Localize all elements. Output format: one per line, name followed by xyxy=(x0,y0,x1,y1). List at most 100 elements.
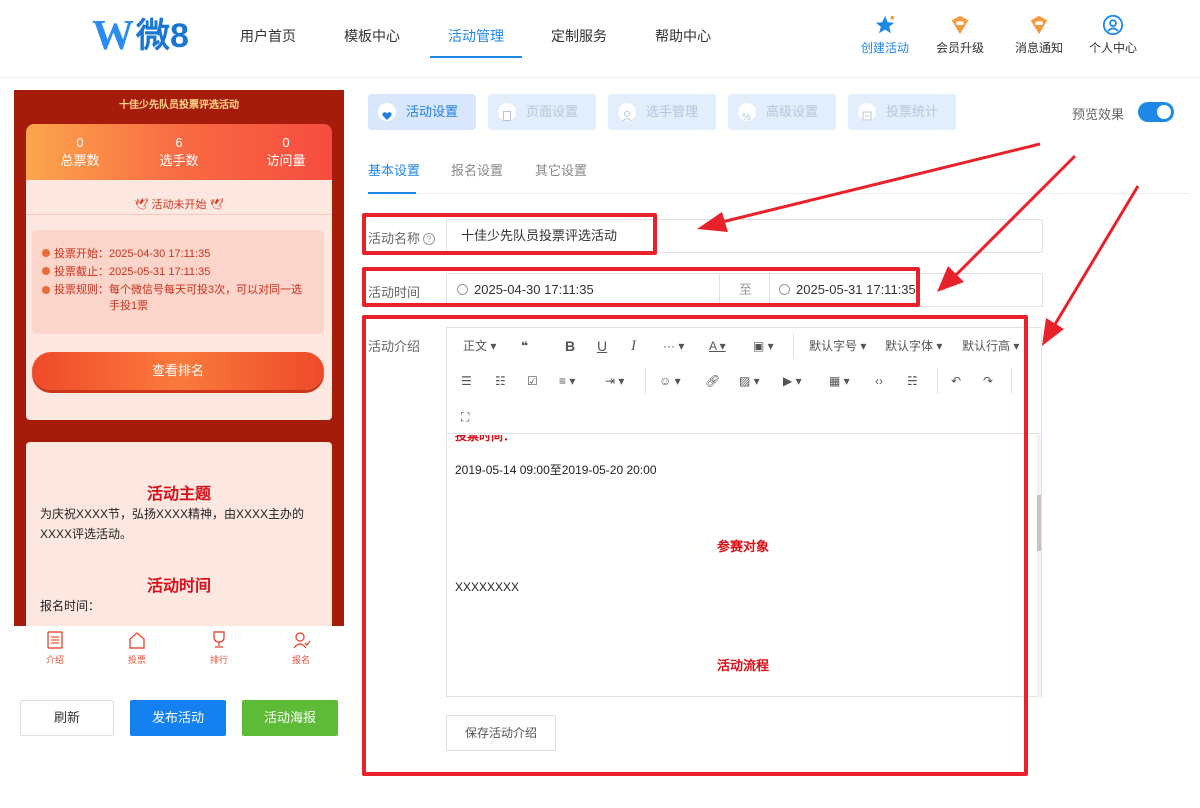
activity-status-text: 活动未开始 xyxy=(151,199,207,211)
panel-tab-label: 页面设置 xyxy=(526,104,579,119)
preview-tab-bar: 介绍 投票 排行 报名 xyxy=(14,626,344,674)
logo-mark: W xyxy=(92,13,134,59)
bullet-icon xyxy=(42,267,50,275)
nav-templates[interactable]: 模板中心 xyxy=(344,26,400,46)
panel-tab-label: 选手管理 xyxy=(646,104,699,119)
stat-visits: 0 访问量 xyxy=(246,134,326,170)
tab-ranking-label: 排行 xyxy=(209,655,228,665)
activity-status: 🕊︎ 活动未开始 🕊︎ xyxy=(26,196,332,212)
subtab-basic-settings[interactable]: 基本设置 xyxy=(368,160,420,179)
subtab-other-settings[interactable]: 其它设置 xyxy=(535,160,587,179)
vote-info-box: 投票开始：2025-04-30 17:11:35 投票截止：2025-05-31… xyxy=(32,230,324,334)
stat-label: 访问量 xyxy=(266,153,306,168)
logo-text: 微8 xyxy=(136,17,189,55)
nav-custom-service[interactable]: 定制服务 xyxy=(551,26,607,46)
panel-tab-page-settings[interactable]: 页面设置 xyxy=(488,94,596,130)
nav-home[interactable]: 用户首页 xyxy=(240,26,296,46)
stat-value: 0 xyxy=(76,135,84,150)
tab-ranking[interactable]: 排行 xyxy=(194,630,244,666)
time-heading: 活动时间 xyxy=(146,578,211,595)
vote-start-value: 2025-04-30 17:11:35 xyxy=(109,248,211,260)
tab-intro[interactable]: 介绍 xyxy=(30,630,80,666)
nav-active-indicator xyxy=(430,56,522,58)
tab-signup-label: 报名 xyxy=(291,655,310,665)
page-icon xyxy=(498,103,516,121)
divider xyxy=(26,214,332,215)
vote-end-label: 投票截止： xyxy=(54,266,109,278)
arrow-to-intro xyxy=(1042,185,1140,346)
tab-intro-label: 介绍 xyxy=(45,655,64,665)
member-upgrade-label: 会员升级 xyxy=(935,41,984,55)
stat-value: 0 xyxy=(282,135,290,150)
trophy-icon xyxy=(213,631,225,648)
panel-tab-advanced-settings[interactable]: % 高级设置 xyxy=(728,94,836,130)
mobile-preview: 十佳少先队员投票评选活动 0 总票数 6 选手数 0 访问量 🕊︎ 活动未开始 … xyxy=(14,90,344,628)
subtab-signup-settings[interactable]: 报名设置 xyxy=(451,160,503,179)
preview-title: 十佳少先队员投票评选活动 xyxy=(119,100,239,111)
panel-tab-activity-settings[interactable]: 活动设置 xyxy=(368,94,476,130)
theme-text: 为庆祝XXXX节，弘扬XXXX精神，由XXXX主办的XXXX评选活动。 xyxy=(40,507,305,541)
preview-content-card: 活动主题 为庆祝XXXX节，弘扬XXXX精神，由XXXX主办的XXXX评选活动。… xyxy=(26,442,332,628)
preview-toggle-label: 预览效果 xyxy=(1072,107,1125,122)
preview-stats: 0 总票数 6 选手数 0 访问量 xyxy=(26,124,332,180)
panel-tab-candidate-management[interactable]: 选手管理 xyxy=(608,94,716,130)
preview-toggle-switch[interactable] xyxy=(1138,102,1174,122)
message-notify-button[interactable]: 消息通知 xyxy=(1004,14,1074,56)
chart-icon xyxy=(858,103,876,121)
message-notify-label: 消息通知 xyxy=(1014,41,1063,55)
tab-signup[interactable]: 报名 xyxy=(276,630,326,666)
percent-icon: % xyxy=(738,103,756,123)
panel-tab-label: 活动设置 xyxy=(406,104,459,119)
brand-logo[interactable]: W 微8 xyxy=(92,13,189,59)
tab-vote[interactable]: 投票 xyxy=(112,630,162,666)
view-ranking-button[interactable]: 查看排名 xyxy=(32,352,324,390)
bullet-icon xyxy=(42,286,50,294)
create-activity-button[interactable]: 创建活动 xyxy=(850,14,920,56)
stat-value: 6 xyxy=(175,135,183,150)
vote-rule-label: 投票规则： xyxy=(54,284,109,296)
activity-poster-button[interactable]: 活动海报 xyxy=(242,700,338,736)
panel-tab-vote-statistics[interactable]: 投票统计 xyxy=(848,94,956,130)
vote-end-value: 2025-05-31 17:11:35 xyxy=(109,266,211,278)
preview-info-card: 🕊︎ 活动未开始 🕊︎ 投票开始：2025-04-30 17:11:35 投票截… xyxy=(26,180,332,420)
create-activity-label: 创建活动 xyxy=(860,41,909,55)
vote-rule-value: 每个微信号每天可投3次，可以对同一选手投1票 xyxy=(109,284,303,312)
refresh-button[interactable]: 刷新 xyxy=(20,700,114,736)
vote-rule: 投票规则： 每个微信号每天可投3次，可以对同一选手投1票 xyxy=(42,282,312,314)
vote-end: 投票截止：2025-05-31 17:11:35 xyxy=(42,264,210,280)
top-bar: W 微8 用户首页 模板中心 活动管理 定制服务 帮助中心 创建活动 会员升级 … xyxy=(0,0,1200,78)
user-circle-icon xyxy=(1102,14,1124,36)
heart-icon xyxy=(378,103,396,121)
star-icon xyxy=(875,15,895,34)
member-badge-icon xyxy=(951,15,969,35)
nav-activity-management[interactable]: 活动管理 xyxy=(448,26,504,46)
personal-center-label: 个人中心 xyxy=(1088,41,1137,55)
annotation-box-name xyxy=(362,213,657,255)
member-upgrade-button[interactable]: 会员升级 xyxy=(925,14,995,56)
publish-activity-button[interactable]: 发布活动 xyxy=(130,700,226,736)
subtab-active-indicator xyxy=(368,192,416,194)
annotation-box-time xyxy=(362,267,920,307)
person-icon xyxy=(618,103,636,122)
panel-tab-label: 高级设置 xyxy=(766,104,819,119)
time-text: 报名时间： xyxy=(40,599,101,613)
annotation-box-intro xyxy=(362,315,1028,776)
message-badge-icon xyxy=(1030,15,1048,35)
stat-total-votes: 0 总票数 xyxy=(40,134,120,170)
stat-candidates: 6 选手数 xyxy=(139,134,219,170)
vote-start-label: 投票开始： xyxy=(54,248,109,260)
document-icon xyxy=(47,631,63,649)
vote-start: 投票开始：2025-04-30 17:11:35 xyxy=(42,246,210,262)
scrollbar-thumb[interactable] xyxy=(1037,495,1041,551)
nav-help-center[interactable]: 帮助中心 xyxy=(655,26,711,46)
bullet-icon xyxy=(42,249,50,257)
bird-right-icon: 🕊︎ xyxy=(209,199,224,211)
editor-scrollbar[interactable] xyxy=(1037,435,1041,697)
theme-heading: 活动主题 xyxy=(146,486,211,503)
bird-left-icon: 🕊︎ xyxy=(134,199,149,211)
personal-center-button[interactable]: 个人中心 xyxy=(1078,14,1148,56)
home-icon xyxy=(129,632,145,649)
panel-tab-label: 投票统计 xyxy=(886,104,939,119)
stat-label: 选手数 xyxy=(159,153,199,168)
subtab-divider xyxy=(368,193,1190,194)
